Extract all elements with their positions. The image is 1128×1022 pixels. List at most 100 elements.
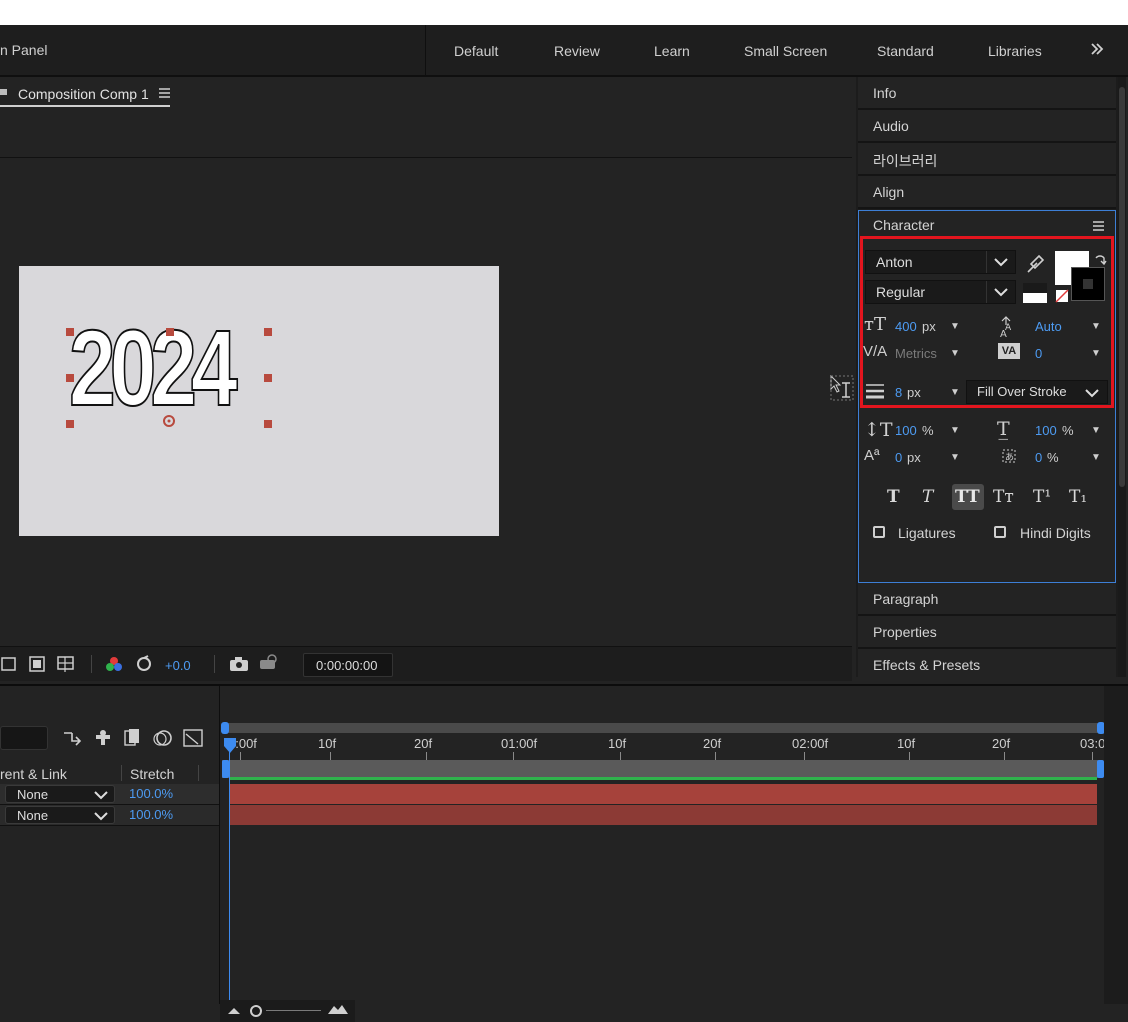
canvas-text: 2024: [68, 307, 238, 428]
zoom-slider-thumb[interactable]: [250, 1005, 262, 1017]
ruler-tick-mark: [1004, 752, 1005, 760]
vertical-scale-dropdown-arrow[interactable]: ▼: [950, 425, 960, 436]
ligatures-checkbox[interactable]: [873, 526, 885, 538]
workspace-libraries[interactable]: Libraries: [988, 43, 1042, 59]
panel-libraries[interactable]: 라이브러리: [858, 143, 1116, 176]
menu-icon[interactable]: [159, 88, 171, 98]
work-area-bar[interactable]: [222, 760, 1098, 778]
parent-dropdown[interactable]: None: [5, 806, 115, 824]
channels-icon[interactable]: [105, 655, 123, 673]
tsume-value[interactable]: 0: [1035, 450, 1042, 465]
timeline-scrollbar[interactable]: [1104, 686, 1128, 1004]
panel-info[interactable]: Info: [858, 77, 1116, 110]
faux-bold-icon[interactable]: T: [887, 487, 900, 507]
workspace-learn[interactable]: Learn: [654, 43, 690, 59]
motion-blur-icon[interactable]: [152, 728, 174, 748]
composition-canvas[interactable]: 2024: [19, 266, 499, 536]
transparency-grid-icon[interactable]: [28, 655, 46, 673]
panel-audio-label: Audio: [873, 118, 909, 134]
text-cursor-icon: [830, 375, 854, 401]
vertical-scale-value[interactable]: 100: [895, 423, 917, 438]
ruler-tick-label: 10f: [318, 736, 337, 751]
snapshot-icon[interactable]: [229, 656, 249, 672]
playhead-icon[interactable]: [224, 738, 236, 754]
panel-audio[interactable]: Audio: [858, 110, 1116, 143]
panel-effects-presets[interactable]: Effects & Presets: [858, 649, 1116, 677]
ruler-tick-label: 03:0: [1080, 736, 1106, 751]
frame-blending-icon[interactable]: [122, 728, 144, 748]
handle[interactable]: [264, 420, 272, 428]
ruler-tick-label: 20f: [414, 736, 433, 751]
panel-align[interactable]: Align: [858, 176, 1116, 209]
subscript-icon[interactable]: T₁: [1069, 487, 1087, 507]
anchor-point-icon[interactable]: [162, 414, 176, 428]
column-stretch[interactable]: Stretch: [130, 766, 174, 782]
divider: [121, 765, 122, 781]
stretch-value[interactable]: 100.0%: [129, 786, 173, 801]
reset-exposure-icon[interactable]: [135, 655, 153, 673]
faux-italic-icon[interactable]: T: [922, 487, 933, 507]
stretch-value[interactable]: 100.0%: [129, 807, 173, 822]
panel-libraries-label: 라이브러리: [873, 153, 938, 169]
zoom-slider-track[interactable]: [266, 1010, 321, 1011]
handle[interactable]: [66, 328, 74, 336]
composition-toolbar: +0.0 0:00:00:00: [0, 646, 852, 681]
panel-properties[interactable]: Properties: [858, 616, 1116, 649]
show-snapshot-icon[interactable]: [259, 654, 279, 672]
time-navigator[interactable]: [222, 723, 1104, 733]
horizontal-scale-dropdown-arrow[interactable]: ▼: [1091, 425, 1101, 436]
column-parent-link[interactable]: rent & Link: [0, 766, 67, 782]
time-ruler[interactable]: 0:00f 10f 20f 01:00f 10f 20f 02:00f 10f 20f 03:0: [222, 736, 1106, 760]
timecode-field[interactable]: 0:00:00:00: [303, 653, 393, 677]
layer-row[interactable]: None 100.0%: [0, 784, 220, 805]
baseline-shift-dropdown-arrow[interactable]: ▼: [950, 452, 960, 463]
chevrons-right-icon[interactable]: [1090, 43, 1104, 55]
handle[interactable]: [66, 420, 74, 428]
scrollbar-thumb[interactable]: [1119, 87, 1125, 487]
composition-tab[interactable]: Composition Comp 1: [18, 86, 149, 102]
region-icon[interactable]: [0, 655, 18, 673]
small-caps-icon[interactable]: Tᴛ: [993, 487, 1014, 507]
parent-dropdown[interactable]: None: [5, 785, 115, 803]
layer-row[interactable]: None 100.0%: [0, 805, 220, 826]
work-area-start[interactable]: [222, 760, 229, 778]
baseline-shift-unit: px: [907, 450, 921, 465]
divider: [91, 655, 92, 673]
navigator-start-handle[interactable]: [221, 722, 229, 734]
chevron-down-icon: [94, 791, 108, 800]
zoom-out-icon[interactable]: [228, 1007, 240, 1015]
zoom-in-icon[interactable]: [328, 1004, 348, 1014]
scrollbar[interactable]: [1118, 77, 1126, 677]
handle[interactable]: [66, 374, 74, 382]
playhead-line[interactable]: [229, 740, 230, 1000]
baseline-shift-value[interactable]: 0: [895, 450, 902, 465]
workspace-small-screen[interactable]: Small Screen: [744, 43, 827, 59]
graph-editor-icon[interactable]: [182, 728, 204, 748]
tsume-dropdown-arrow[interactable]: ▼: [1091, 452, 1101, 463]
timeline-search-input[interactable]: [0, 726, 48, 750]
layer-bar[interactable]: [229, 805, 1097, 825]
handle[interactable]: [264, 374, 272, 382]
parent-value: None: [17, 808, 49, 823]
superscript-icon[interactable]: T¹: [1033, 487, 1051, 507]
exposure-value[interactable]: +0.0: [165, 658, 191, 673]
panel-menu-icon[interactable]: [1093, 221, 1105, 231]
work-area-end[interactable]: [1097, 760, 1104, 778]
workspace-review[interactable]: Review: [554, 43, 600, 59]
horizontal-scale-value[interactable]: 100: [1035, 423, 1057, 438]
panel-align-label: Align: [873, 184, 905, 200]
lock-icon[interactable]: [0, 86, 8, 96]
layer-bar[interactable]: [229, 784, 1097, 804]
all-caps-button[interactable]: TT: [952, 484, 984, 510]
handle[interactable]: [166, 328, 174, 336]
handle[interactable]: [264, 328, 272, 336]
workspace-default[interactable]: Default: [454, 43, 498, 59]
svg-text:あ: あ: [1005, 452, 1014, 463]
ruler-tick-label: 01:00f: [501, 736, 538, 751]
workspace-standard[interactable]: Standard: [877, 43, 934, 59]
hindi-digits-checkbox[interactable]: [994, 526, 1006, 538]
panel-paragraph[interactable]: Paragraph: [858, 583, 1116, 616]
mask-guides-icon[interactable]: [56, 655, 76, 673]
composition-flowchart-icon[interactable]: [62, 729, 84, 747]
shy-layers-icon[interactable]: [92, 728, 114, 746]
